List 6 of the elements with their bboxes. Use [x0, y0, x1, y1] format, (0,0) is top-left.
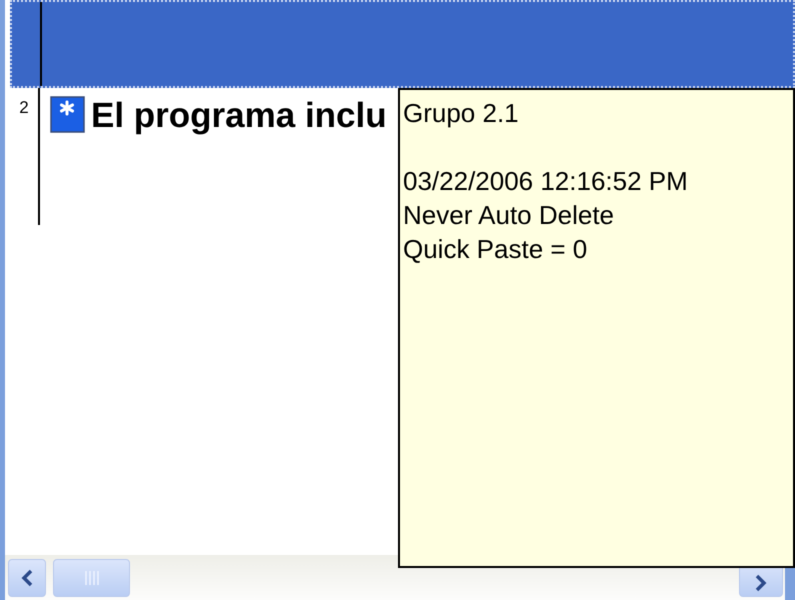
- tooltip-line: 03/22/2006 12:16:52 PM: [403, 165, 688, 198]
- row-number: 2: [19, 98, 29, 118]
- tooltip-title: Grupo 2.1: [403, 97, 519, 130]
- tooltip-line: Quick Paste = 0: [403, 233, 588, 266]
- tooltip-line: Never Auto Delete: [403, 199, 614, 232]
- entry-text: El programa inclu: [91, 96, 387, 136]
